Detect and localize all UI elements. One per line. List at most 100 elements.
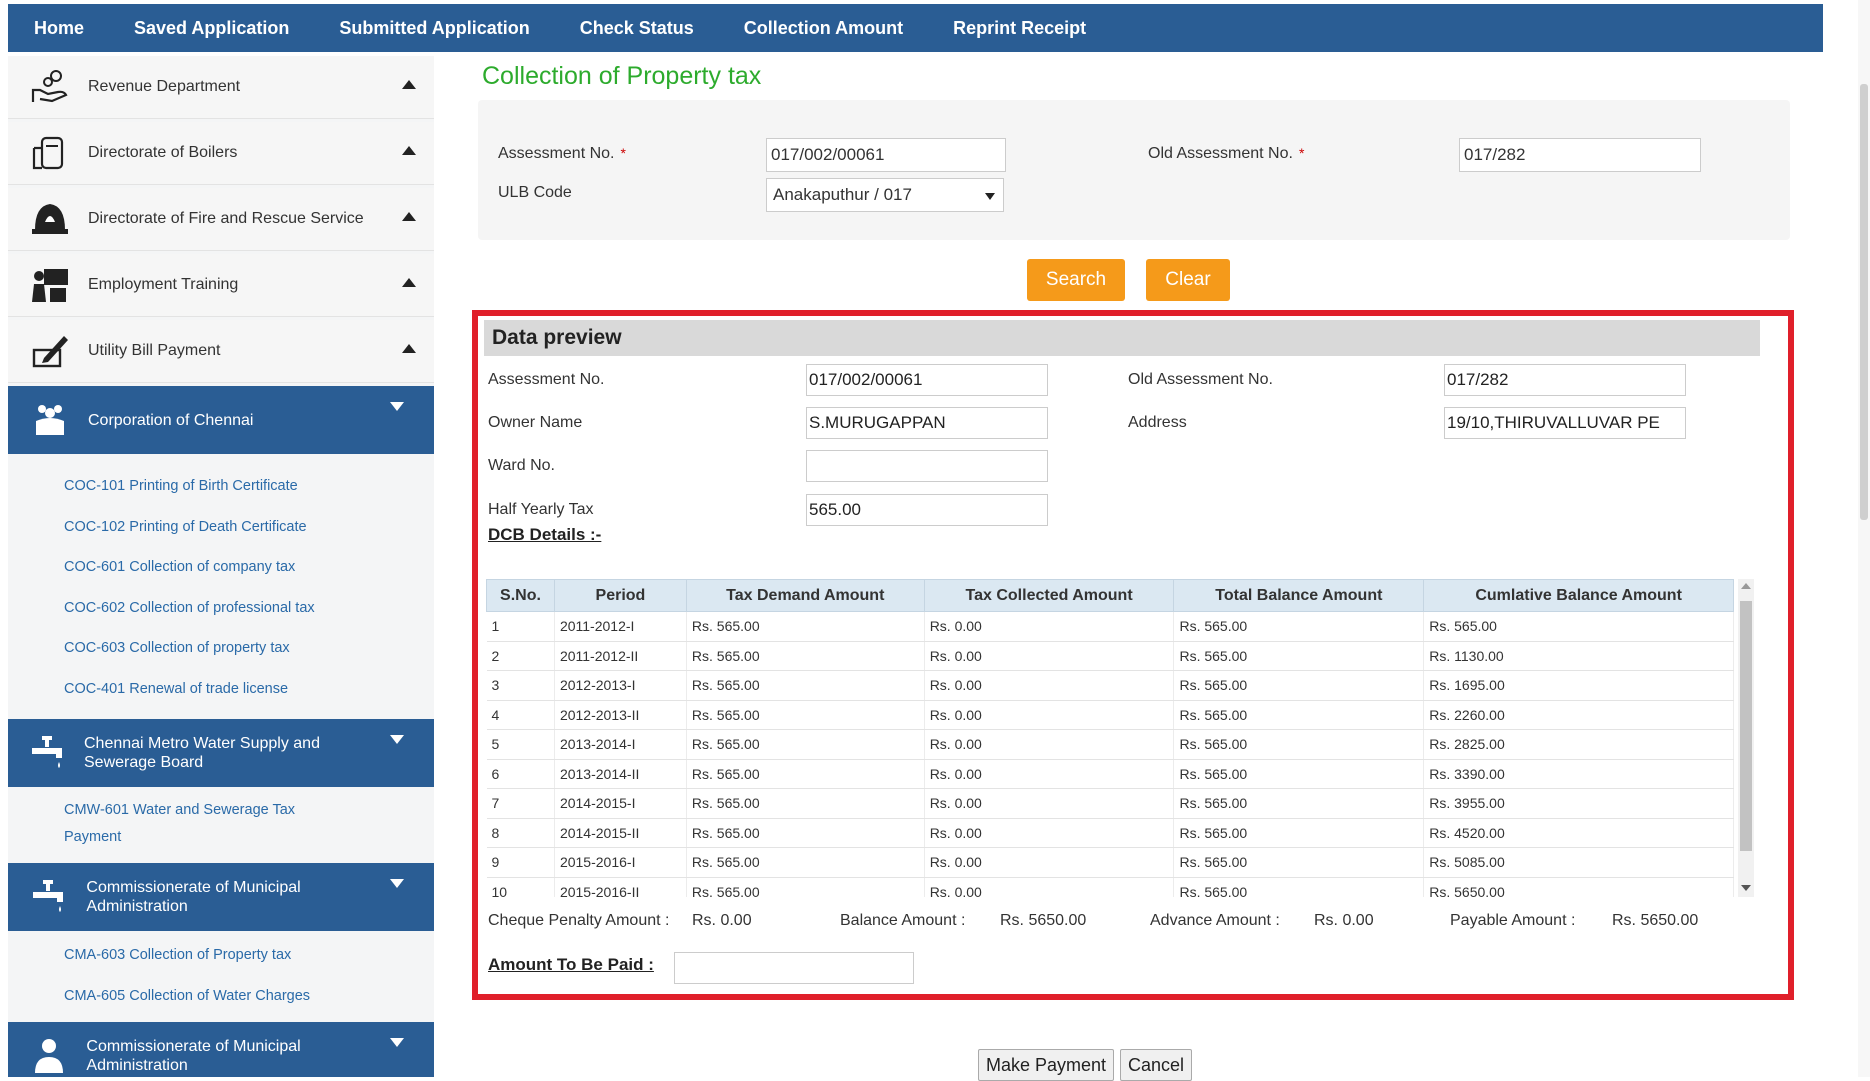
sidebar-item-label: Commissionerate of Municipal Administrat… (86, 879, 301, 915)
nav-check-status[interactable]: Check Status (580, 18, 694, 39)
table-scrollbar[interactable] (1738, 579, 1754, 897)
cancel-button[interactable]: Cancel (1120, 1049, 1193, 1081)
chevron-up-icon (402, 278, 416, 287)
amount-to-be-paid-input[interactable] (674, 952, 914, 984)
pv-owner-input[interactable] (806, 407, 1048, 439)
sidebar-item-utility-bill-payment[interactable]: Utility Bill Payment (8, 320, 434, 383)
pv-owner-label: Owner Name (488, 414, 583, 431)
sidebar-item-label: Commissionerate of Municipal Administrat… (86, 1038, 301, 1074)
pv-assessment-label: Assessment No. (488, 371, 605, 388)
pv-address-input[interactable] (1444, 407, 1686, 439)
column-header: Tax Collected Amount (923, 579, 1175, 612)
table-cell: Rs. 565.00 (1173, 877, 1425, 897)
sidebar-item-label: Corporation of Chennai (88, 411, 254, 429)
table-cell: Rs. 565.00 (686, 788, 925, 819)
ulb-code-select[interactable]: Anakaputhur / 017 (766, 178, 1004, 212)
chevron-up-icon (402, 212, 416, 221)
table-cell: Rs. 565.00 (1173, 847, 1425, 878)
submenu-link[interactable]: CMA-605 Collection of Water Charges (64, 976, 434, 1017)
scroll-down-icon[interactable] (1741, 885, 1751, 891)
training-icon (28, 265, 72, 305)
nav-home[interactable]: Home (34, 18, 84, 39)
submenu-link[interactable]: COC-602 Collection of professional tax (64, 588, 434, 629)
table-cell: 2011-2012-I (554, 611, 687, 642)
search-button[interactable]: Search (1027, 259, 1125, 301)
old-assessment-no-input[interactable] (1459, 138, 1701, 172)
table-cell: 2015-2016-I (554, 847, 687, 878)
scrollbar-thumb[interactable] (1740, 601, 1752, 851)
table-cell: 6 (486, 759, 555, 789)
submenu-link[interactable]: COC-102 Printing of Death Certificate (64, 507, 434, 548)
sidebar-item-label: Directorate of Boilers (88, 144, 238, 161)
column-header: S.No. (486, 579, 555, 612)
boiler-icon (28, 133, 72, 173)
sidebar-item-fire-and-rescue[interactable]: Directorate of Fire and Rescue Service (8, 188, 434, 251)
sidebar-item-municipal-administration[interactable]: Commissionerate of Municipal Administrat… (8, 863, 434, 931)
submenu-link[interactable]: COC-603 Collection of property tax (64, 628, 434, 669)
pv-half-yearly-input[interactable] (806, 494, 1048, 526)
ulb-code-value: Anakaputhur / 017 (773, 185, 912, 204)
table-cell: Rs. 565.00 (1173, 788, 1425, 819)
table-cell: 2014-2015-I (554, 788, 687, 819)
table-cell: 2013-2014-I (554, 729, 687, 760)
dropdown-arrow-icon (985, 193, 995, 200)
clear-button[interactable]: Clear (1146, 259, 1230, 301)
table-cell: Rs. 565.00 (686, 847, 925, 878)
pv-assessment-input[interactable] (806, 364, 1048, 396)
corporation-of-chennai-submenu: COC-101 Printing of Birth Certificate CO… (8, 454, 434, 717)
pv-old-assessment-input[interactable] (1444, 364, 1686, 396)
nav-submitted-application[interactable]: Submitted Application (339, 18, 529, 39)
table-cell: Rs. 4520.00 (1423, 818, 1734, 848)
table-cell: Rs. 565.00 (1173, 818, 1425, 848)
column-header: Total Balance Amount (1173, 579, 1425, 612)
required-asterisk: * (620, 145, 626, 161)
assessment-no-input[interactable] (766, 138, 1006, 172)
sidebar-item-corporation-of-chennai[interactable]: Corporation of Chennai (8, 386, 434, 454)
page-title: Collection of Property tax (482, 62, 762, 90)
table-cell: 2014-2015-II (554, 818, 687, 848)
metro-water-submenu: CMW-601 Water and Sewerage Tax Payment (8, 787, 434, 861)
payable-amount-value: Rs. 5650.00 (1612, 912, 1699, 929)
table-cell: 2011-2012-II (554, 641, 687, 671)
page-scrollbar[interactable] (1858, 0, 1870, 1077)
chevron-down-icon (390, 879, 404, 888)
table-row: 9 2015-2016-I Rs. 565.00 Rs. 0.00 Rs. 565.00… (486, 847, 1734, 878)
page-scrollbar-thumb[interactable] (1860, 84, 1868, 520)
table-cell: Rs. 3390.00 (1423, 759, 1734, 789)
nav-collection-amount[interactable]: Collection Amount (744, 18, 903, 39)
water-tap-icon (28, 733, 68, 773)
top-navigation: Home Saved Application Submitted Applica… (8, 4, 1823, 52)
nav-reprint-receipt[interactable]: Reprint Receipt (953, 18, 1086, 39)
table-row: 10 2015-2016-II Rs. 565.00 Rs. 0.00 Rs. 565.… (486, 877, 1734, 897)
table-cell: Rs. 1130.00 (1423, 641, 1734, 671)
submenu-link[interactable]: CMW-601 Water and Sewerage Tax Payment (64, 793, 344, 855)
submenu-link[interactable]: COC-601 Collection of company tax (64, 547, 434, 588)
balance-amount-label: Balance Amount : (840, 912, 966, 929)
table-cell: 1 (486, 611, 555, 642)
table-cell: Rs. 565.00 (686, 818, 925, 848)
table-cell: Rs. 1695.00 (1423, 670, 1734, 701)
pv-ward-input[interactable] (806, 450, 1048, 482)
table-row: 4 2012-2013-II Rs. 565.00 Rs. 0.00 Rs. 565.0… (486, 700, 1734, 730)
sidebar-item-label: Chennai Metro Water Supply and Sewerage … (84, 735, 320, 771)
sidebar-item-employment-training[interactable]: Employment Training (8, 254, 434, 317)
sidebar-item-revenue-department[interactable]: Revenue Department (8, 56, 434, 119)
sidebar-item-municipal-administration-2[interactable]: Commissionerate of Municipal Administrat… (8, 1022, 434, 1077)
table-cell: Rs. 0.00 (924, 641, 1175, 671)
sidebar-item-directorate-of-boilers[interactable]: Directorate of Boilers (8, 122, 434, 185)
table-cell: Rs. 565.00 (686, 700, 925, 730)
chevron-down-icon (390, 735, 404, 744)
nav-saved-application[interactable]: Saved Application (134, 18, 289, 39)
submenu-link[interactable]: COC-101 Printing of Birth Certificate (64, 466, 434, 507)
make-payment-button[interactable]: Make Payment (978, 1049, 1115, 1081)
submenu-link[interactable]: COC-401 Renewal of trade license (64, 669, 434, 710)
table-cell: Rs. 5085.00 (1423, 847, 1734, 878)
sidebar-item-metro-water[interactable]: Chennai Metro Water Supply and Sewerage … (8, 719, 434, 787)
submenu-link[interactable]: CMA-603 Collection of Property tax (64, 935, 434, 976)
table-cell: Rs. 0.00 (924, 611, 1175, 642)
scroll-up-icon[interactable] (1741, 583, 1751, 589)
data-preview-title: Data preview (484, 320, 1760, 356)
table-cell: Rs. 565.00 (1173, 759, 1425, 789)
old-assessment-no-label: Old Assessment No. * (1148, 145, 1305, 162)
table-row: 5 2013-2014-I Rs. 565.00 Rs. 0.00 Rs. 565.00… (486, 729, 1734, 760)
